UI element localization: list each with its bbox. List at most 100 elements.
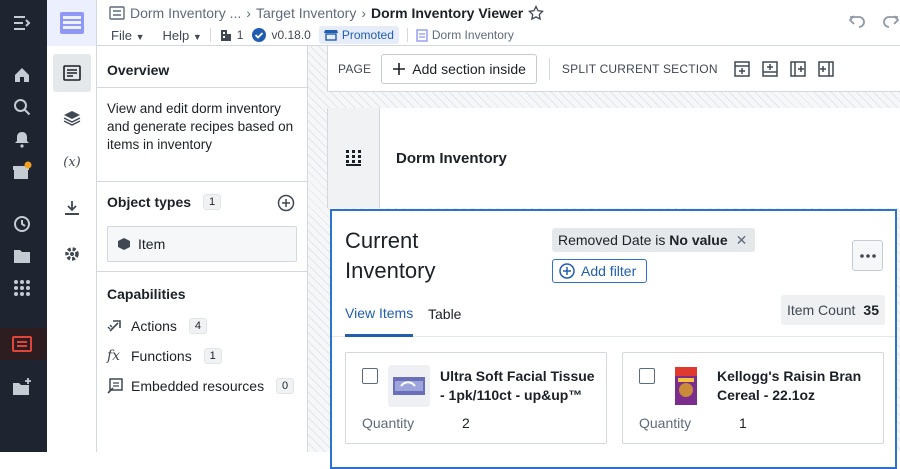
split-right-icon[interactable] — [812, 55, 840, 83]
settings-gear-icon[interactable] — [53, 235, 91, 273]
capabilities-section: Capabilities Actions 4 fx Functions 1 Em… — [97, 272, 307, 402]
apps-grid-icon[interactable] — [11, 277, 33, 299]
history-controls — [848, 12, 900, 30]
file-menu[interactable]: File ▼ — [111, 28, 145, 43]
grid-layout-icon — [345, 150, 361, 166]
split-top-icon[interactable] — [728, 55, 756, 83]
chevron-right-icon: › — [361, 5, 366, 21]
gift-icon[interactable] — [11, 160, 33, 182]
layers-icon[interactable] — [53, 99, 91, 137]
divider — [548, 57, 550, 80]
section-title: Dorm Inventory — [396, 150, 507, 167]
item-card[interactable]: Ultra Soft Facial Tissue - 1pk/110ct - u… — [345, 352, 607, 444]
app-header: Dorm Inventory ... › Target Inventory › … — [47, 0, 900, 46]
item-checkbox[interactable] — [362, 368, 378, 384]
quantity-label: Quantity — [639, 415, 692, 431]
overview-header: Overview — [97, 46, 307, 88]
cube-icon — [118, 238, 130, 250]
breadcrumb: Dorm Inventory ... › Target Inventory › … — [109, 5, 545, 21]
home-icon[interactable] — [11, 64, 33, 86]
version-badge[interactable]: v0.18.0 — [251, 27, 311, 43]
chevron-right-icon: › — [246, 5, 251, 21]
cereal-product-thumbnail — [665, 365, 707, 407]
split-left-icon[interactable] — [784, 55, 812, 83]
tab-view-items[interactable]: View Items — [345, 291, 414, 337]
variables-icon[interactable]: (x) — [53, 143, 91, 181]
page-label: PAGE — [338, 61, 372, 76]
check-circle-icon — [252, 28, 267, 42]
inventory-widget[interactable]: Current Inventory Removed Date is No val… — [330, 209, 897, 469]
help-menu[interactable]: Help ▼ — [163, 28, 202, 43]
history-icon[interactable] — [11, 213, 33, 235]
workshop-app-icon[interactable] — [11, 333, 33, 355]
page-title: Dorm Inventory Viewer — [371, 5, 524, 21]
folder-icon[interactable] — [11, 245, 33, 267]
item-count-badge: Item Count 35 — [780, 295, 885, 325]
add-circle-icon — [559, 263, 575, 279]
embedded-resources-icon — [107, 378, 123, 394]
more-options-button[interactable] — [852, 240, 883, 271]
plus-icon — [393, 62, 406, 75]
header-menu-bar: File ▼ Help ▼ 1 v0.18.0 Promoted Dorm In… — [111, 26, 514, 44]
notifications-bell-icon[interactable] — [11, 128, 33, 150]
redo-icon[interactable] — [882, 12, 900, 30]
import-export-icon[interactable] — [53, 189, 91, 227]
add-section-button[interactable]: Add section inside — [381, 53, 537, 84]
object-types-title: Object types — [107, 194, 192, 210]
collapse-menu-icon[interactable] — [11, 12, 33, 34]
quantity-label: Quantity — [362, 415, 415, 431]
split-section-label: SPLIT CURRENT SECTION — [561, 61, 718, 76]
capability-functions[interactable]: fx Functions 1 — [107, 341, 294, 371]
app-logo-icon — [47, 0, 97, 46]
item-name: Ultra Soft Facial Tissue - 1pk/110ct - u… — [440, 368, 595, 403]
add-filter-button[interactable]: Add filter — [552, 259, 648, 283]
title-section[interactable]: Dorm Inventory — [327, 108, 900, 208]
divider — [209, 28, 211, 42]
building-icon — [220, 30, 231, 41]
star-icon[interactable] — [528, 5, 545, 21]
item-card[interactable]: Kellogg's Raisin Bran Cereal - 22.1oz Qu… — [622, 352, 884, 444]
module-sidebar: (x) — [47, 46, 97, 452]
new-folder-icon[interactable] — [11, 376, 33, 398]
section-toolbar: PAGE Add section inside SPLIT CURRENT SE… — [327, 46, 900, 92]
capabilities-title: Capabilities — [107, 286, 186, 302]
actions-icon — [107, 320, 121, 332]
editor-canvas: PAGE Add section inside SPLIT CURRENT SE… — [308, 46, 900, 469]
section-gutter — [328, 108, 380, 208]
document-icon — [109, 6, 125, 20]
overview-tab-icon[interactable] — [53, 54, 91, 92]
breadcrumb-parent-2[interactable]: Target Inventory — [256, 5, 356, 21]
filter-chip[interactable]: Removed Date is No value ✕ — [552, 228, 756, 252]
search-icon[interactable] — [11, 96, 33, 118]
status-badge[interactable]: Promoted — [318, 26, 399, 44]
capability-embedded-resources[interactable]: Embedded resources 0 — [107, 371, 295, 401]
breadcrumb-parent-1[interactable]: Dorm Inventory ... — [130, 5, 241, 21]
object-type-label: Item — [138, 236, 166, 252]
object-type-item[interactable]: Item — [107, 226, 297, 262]
more-dots-icon — [859, 253, 876, 258]
storefront-icon — [323, 30, 338, 41]
object-view-icon — [416, 28, 428, 42]
functions-icon: fx — [107, 348, 121, 364]
overview-title: Overview — [107, 62, 170, 78]
app-reference-link[interactable]: Dorm Inventory — [416, 28, 514, 42]
quantity-value: 2 — [462, 415, 470, 431]
quantity-value: 1 — [739, 415, 747, 431]
app-description: View and edit dorm inventory and generat… — [107, 101, 294, 152]
description-section: View and edit dorm inventory and generat… — [97, 88, 307, 182]
object-types-count: 1 — [203, 194, 222, 210]
object-types-section: Object types 1 Item — [97, 182, 307, 272]
widget-title: Current Inventory — [345, 228, 436, 283]
add-object-type-icon[interactable] — [277, 194, 295, 215]
item-checkbox[interactable] — [639, 368, 655, 384]
global-nav-rail — [0, 0, 47, 452]
overview-panel: Overview View and edit dorm inventory an… — [97, 46, 308, 452]
undo-icon[interactable] — [848, 12, 866, 30]
item-name: Kellogg's Raisin Bran Cereal - 22.1oz — [717, 368, 862, 403]
capability-actions[interactable]: Actions 4 — [107, 311, 294, 341]
tab-table[interactable]: Table — [428, 291, 461, 337]
divider — [406, 28, 408, 42]
remove-filter-icon[interactable]: ✕ — [736, 232, 748, 249]
split-bottom-icon[interactable] — [756, 55, 784, 83]
users-indicator[interactable]: 1 — [219, 28, 243, 42]
